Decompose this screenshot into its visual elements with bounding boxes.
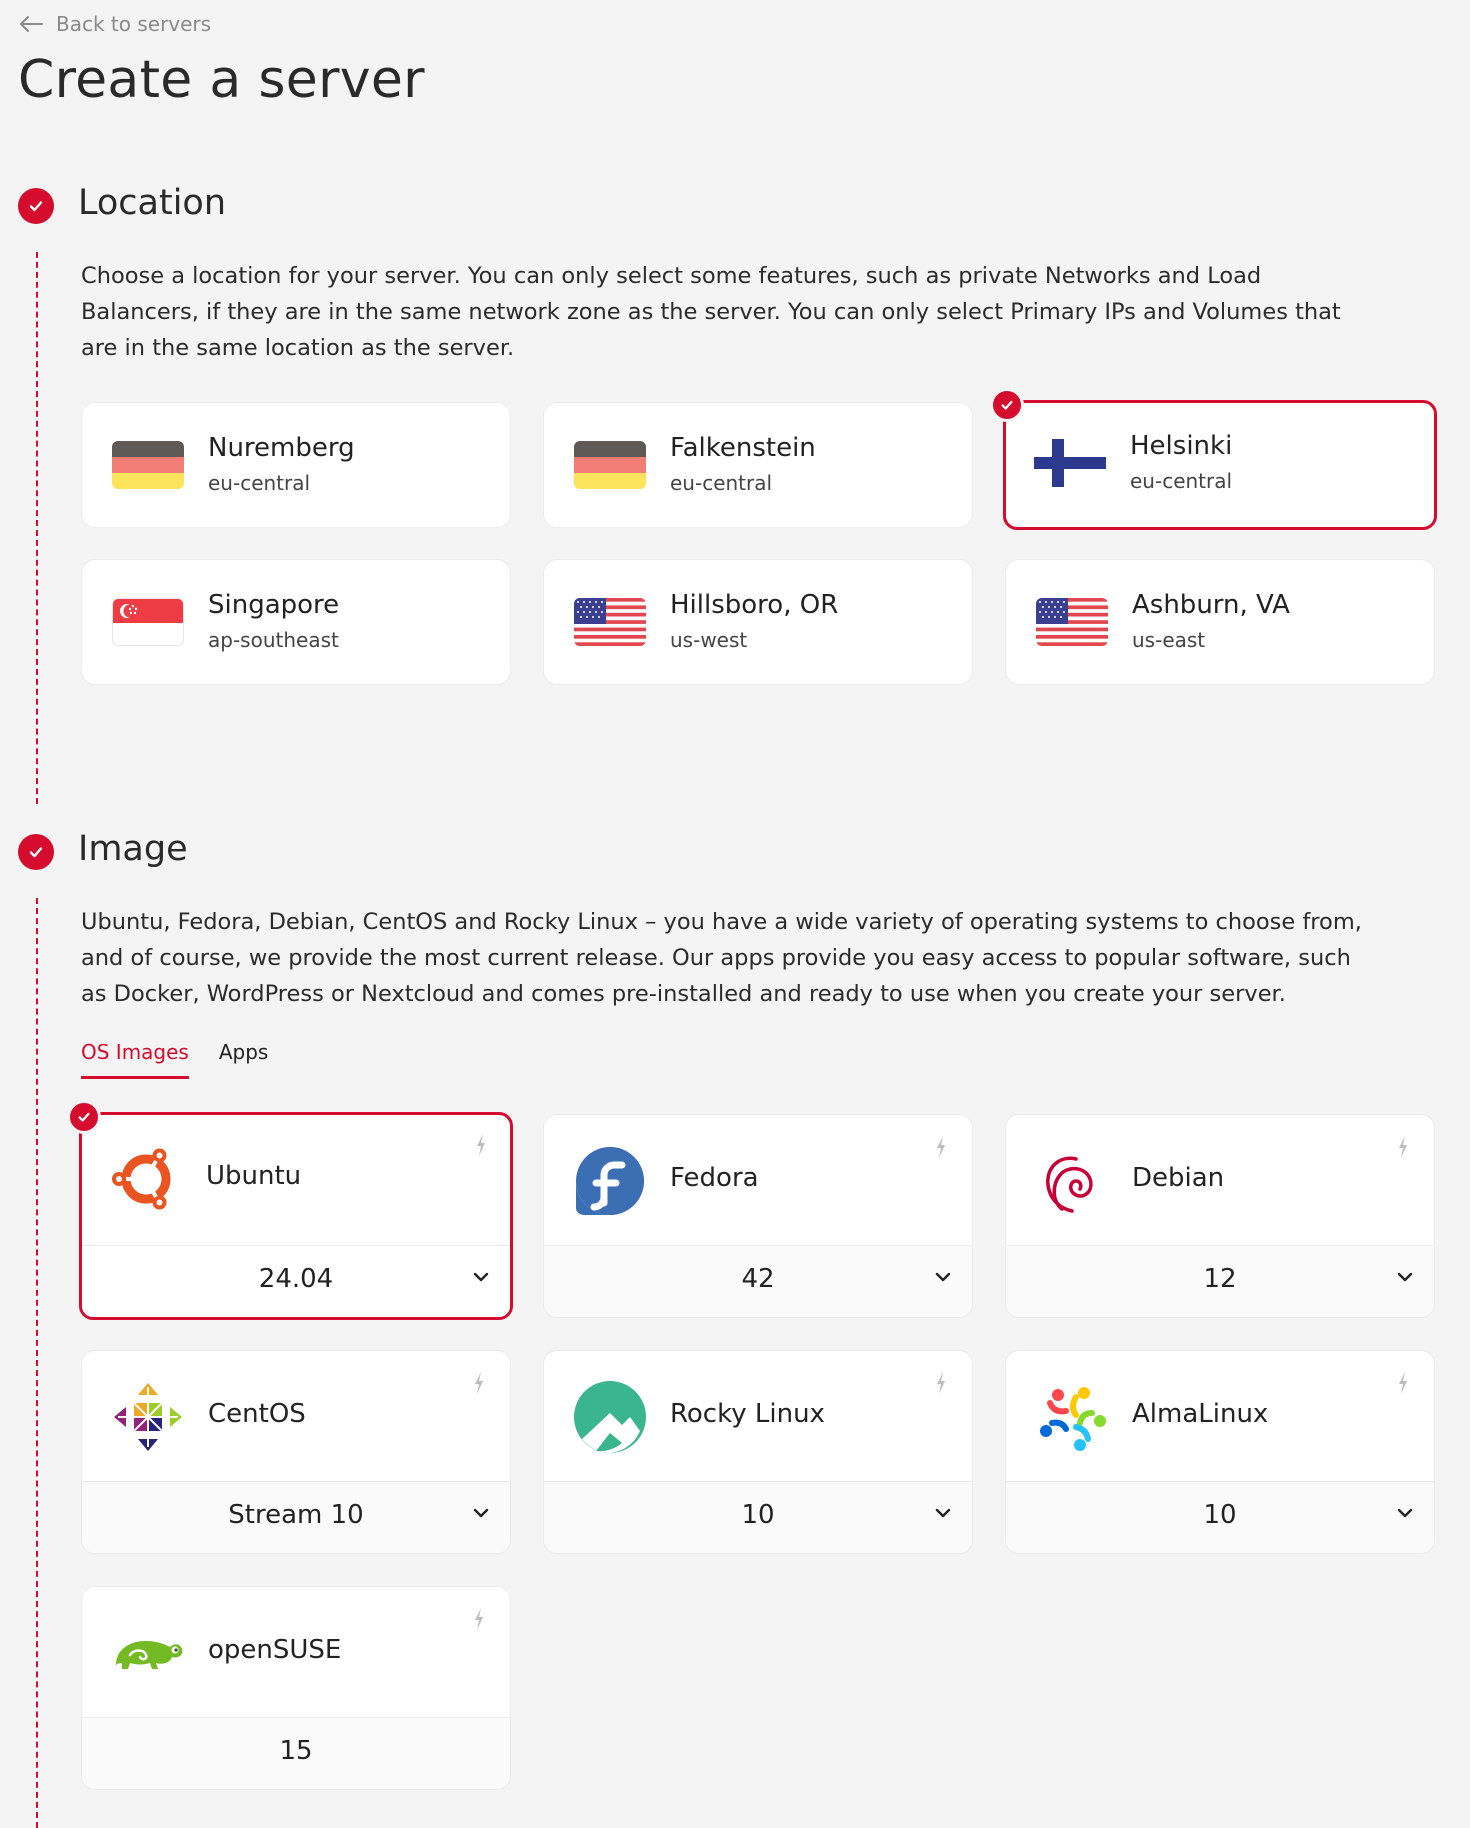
lightning-bolt-icon bbox=[477, 1134, 485, 1156]
os-name: Debian bbox=[1132, 1163, 1225, 1193]
debian-logo-icon bbox=[1046, 1156, 1093, 1213]
version-select[interactable]: 42 bbox=[544, 1245, 972, 1317]
tab-apps[interactable]: Apps bbox=[219, 1040, 269, 1079]
location-card-helsinki[interactable]: Helsinki eu-central bbox=[1003, 400, 1437, 530]
location-name: Singapore bbox=[208, 590, 340, 620]
arrow-left-icon bbox=[20, 16, 43, 32]
image-tabs: OS Images Apps bbox=[81, 1040, 268, 1079]
os-card-debian[interactable]: Debian 12 bbox=[1005, 1114, 1435, 1318]
fedora-logo-icon bbox=[576, 1147, 644, 1216]
opensuse-logo-icon bbox=[116, 1641, 183, 1669]
os-version: Stream 10 bbox=[228, 1500, 364, 1530]
os-version: 42 bbox=[741, 1264, 775, 1294]
chevron-down-icon bbox=[935, 1272, 951, 1282]
version-select[interactable]: 24.04 bbox=[82, 1245, 510, 1317]
os-version: 24.04 bbox=[258, 1264, 334, 1294]
rocky-linux-logo-icon bbox=[574, 1381, 646, 1453]
lightning-bolt-icon bbox=[475, 1372, 483, 1394]
os-version: 10 bbox=[741, 1500, 775, 1530]
image-step-check-icon bbox=[18, 834, 54, 870]
germany-flag-icon bbox=[574, 441, 646, 489]
finland-flag-icon bbox=[1034, 439, 1106, 487]
location-name: Falkenstein bbox=[670, 433, 816, 463]
location-name: Nuremberg bbox=[208, 433, 355, 463]
os-version: 10 bbox=[1203, 1500, 1237, 1530]
version-select[interactable]: 12 bbox=[1006, 1245, 1434, 1317]
os-version: 12 bbox=[1203, 1264, 1237, 1294]
location-card-hillsboro[interactable]: Hillsboro, OR us-west bbox=[543, 559, 973, 685]
location-zone: eu-central bbox=[670, 471, 773, 495]
location-step-check-icon bbox=[18, 188, 54, 224]
centos-logo-icon bbox=[114, 1383, 182, 1451]
chevron-down-icon bbox=[473, 1272, 489, 1282]
os-name: CentOS bbox=[208, 1399, 306, 1429]
lightning-bolt-icon bbox=[1399, 1372, 1407, 1394]
location-name: Hillsboro, OR bbox=[670, 590, 839, 620]
os-card-fedora[interactable]: Fedora 42 bbox=[543, 1114, 973, 1318]
page-title: Create a server bbox=[18, 50, 425, 110]
almalinux-logo-icon bbox=[1040, 1387, 1106, 1451]
os-name: Ubuntu bbox=[206, 1161, 302, 1191]
usa-flag-icon bbox=[1036, 598, 1108, 646]
ubuntu-logo-icon bbox=[112, 1148, 171, 1210]
location-zone: us-east bbox=[1132, 628, 1206, 652]
os-card-opensuse[interactable]: openSUSE 15 bbox=[81, 1586, 511, 1790]
os-card-almalinux[interactable]: AlmaLinux 10 bbox=[1005, 1350, 1435, 1554]
os-card-ubuntu[interactable]: Ubuntu 24.04 bbox=[79, 1112, 513, 1320]
location-name: Ashburn, VA bbox=[1132, 590, 1290, 620]
os-name: Rocky Linux bbox=[670, 1399, 825, 1429]
selected-check-icon bbox=[67, 1100, 101, 1134]
image-section-title: Image bbox=[78, 829, 188, 869]
lightning-bolt-icon bbox=[475, 1608, 483, 1630]
location-zone: eu-central bbox=[208, 471, 311, 495]
location-section-title: Location bbox=[78, 183, 227, 223]
location-description: Choose a location for your server. You c… bbox=[81, 263, 1341, 361]
selected-check-icon bbox=[990, 388, 1024, 422]
version-select[interactable]: Stream 10 bbox=[82, 1481, 510, 1553]
chevron-down-icon bbox=[935, 1508, 951, 1518]
chevron-down-icon bbox=[1397, 1508, 1413, 1518]
location-zone: ap-southeast bbox=[208, 628, 339, 652]
location-card-falkenstein[interactable]: Falkenstein eu-central bbox=[543, 402, 973, 528]
chevron-down-icon bbox=[1397, 1272, 1413, 1282]
image-description: Ubuntu, Fedora, Debian, CentOS and Rocky… bbox=[81, 909, 1362, 1007]
version-select[interactable]: 10 bbox=[544, 1481, 972, 1553]
image-step-line bbox=[36, 898, 38, 1828]
location-zone: eu-central bbox=[1130, 469, 1233, 493]
singapore-flag-icon bbox=[112, 598, 184, 646]
germany-flag-icon bbox=[112, 441, 184, 489]
usa-flag-icon bbox=[574, 598, 646, 646]
lightning-bolt-icon bbox=[1399, 1136, 1407, 1158]
location-card-nuremberg[interactable]: Nuremberg eu-central bbox=[81, 402, 511, 528]
chevron-down-icon bbox=[473, 1508, 489, 1518]
location-card-singapore[interactable]: Singapore ap-southeast bbox=[81, 559, 511, 685]
os-name: openSUSE bbox=[208, 1635, 342, 1665]
version-select[interactable]: 10 bbox=[1006, 1481, 1434, 1553]
lightning-bolt-icon bbox=[937, 1372, 945, 1394]
os-card-centos[interactable]: CentOS Stream 10 bbox=[81, 1350, 511, 1554]
location-name: Helsinki bbox=[1130, 431, 1233, 461]
location-zone: us-west bbox=[670, 628, 748, 652]
back-label: Back to servers bbox=[56, 12, 212, 36]
version-display: 15 bbox=[82, 1717, 510, 1789]
os-name: Fedora bbox=[670, 1163, 759, 1193]
os-name: AlmaLinux bbox=[1132, 1399, 1269, 1429]
back-to-servers-link[interactable]: Back to servers bbox=[18, 12, 211, 36]
location-step-line bbox=[36, 252, 38, 804]
tab-os-images[interactable]: OS Images bbox=[81, 1040, 189, 1079]
location-card-ashburn[interactable]: Ashburn, VA us-east bbox=[1005, 559, 1435, 685]
lightning-bolt-icon bbox=[937, 1136, 945, 1158]
os-version: 15 bbox=[279, 1736, 313, 1766]
os-card-rocky-linux[interactable]: Rocky Linux 10 bbox=[543, 1350, 973, 1554]
